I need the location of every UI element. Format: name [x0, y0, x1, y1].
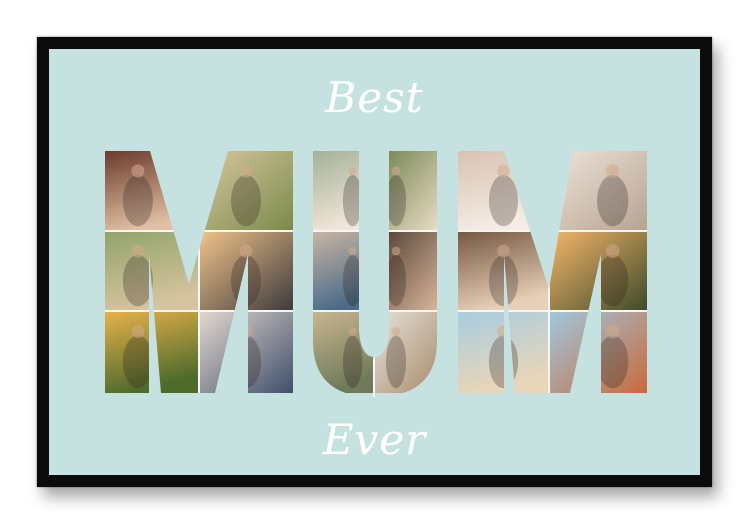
beach-sitting-photo: [549, 311, 647, 393]
photo-subject: [597, 255, 629, 307]
beach-sunset-photo: [199, 231, 293, 311]
photo-subject: [122, 255, 153, 307]
photo-subject: [342, 255, 363, 307]
photo-subject-head: [131, 164, 145, 178]
photo-subject-head: [605, 244, 620, 258]
photo-subject-head: [605, 164, 620, 178]
photo-subject: [230, 335, 262, 389]
photo-subject-head: [391, 327, 401, 336]
photo-subject-head: [239, 324, 253, 339]
photo-subject-head: [391, 246, 401, 256]
mother-daughter-kiss-photo: [105, 151, 199, 231]
photo-subject: [230, 175, 262, 227]
field-portrait-photo: [313, 311, 374, 393]
mother-child-hug-photo: [313, 151, 374, 231]
photo-subject-head: [239, 164, 253, 178]
photo-subject: [385, 255, 407, 307]
mother-son-selfie-photo: [374, 231, 437, 311]
photo-subject-head: [391, 166, 401, 176]
photo-subject-head: [497, 244, 510, 258]
photo-subject: [385, 175, 407, 227]
outdoor-family-photo: [374, 151, 437, 231]
photo-subject-head: [131, 244, 145, 258]
photo-subject: [230, 255, 262, 307]
photo-subject-head: [497, 325, 510, 338]
photo-subject-head: [497, 164, 510, 178]
frame-mat: Best Ever: [49, 49, 700, 475]
child-on-beach-photo: [313, 231, 374, 311]
photo-subject: [488, 255, 519, 307]
hands-holding-photo: [549, 151, 647, 231]
child-jump-photo: [374, 311, 437, 393]
photo-subject-head: [239, 244, 253, 258]
photo-subject: [385, 335, 407, 389]
child-meadow-photo: [105, 231, 199, 311]
photo-subject-head: [348, 246, 357, 256]
photo-subject: [122, 335, 153, 389]
photo-subject: [342, 175, 363, 227]
photo-subject: [122, 175, 153, 227]
mum-photo-collage: [105, 151, 647, 397]
photo-subject-head: [348, 327, 357, 336]
bottom-script-text: Ever: [322, 415, 427, 464]
sunset-family-silhouette-photo: [549, 231, 647, 311]
photo-subject: [488, 335, 519, 389]
photo-subject: [597, 175, 629, 227]
photo-subject: [342, 335, 363, 389]
photo-subject: [597, 335, 629, 389]
photo-subject-head: [348, 166, 357, 176]
picture-frame: Best Ever: [37, 37, 712, 487]
photo-subject-head: [605, 324, 620, 339]
sunflower-field-photo: [105, 311, 199, 393]
photo-subject-head: [131, 324, 145, 339]
family-on-sofa-photo: [199, 311, 293, 393]
photo-subject: [488, 175, 519, 227]
photo-grid: [105, 151, 647, 393]
